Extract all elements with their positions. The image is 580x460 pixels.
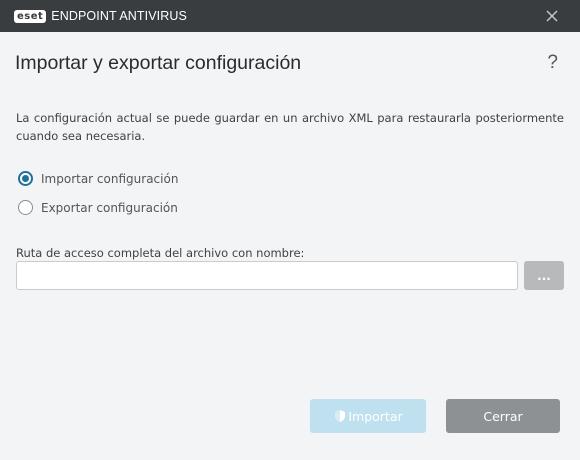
page-title: Importar y exportar configuración [15,52,302,74]
import-button-label: Importar [348,408,403,424]
shield-icon [335,410,346,422]
close-icon [546,10,558,22]
help-icon[interactable]: ? [547,52,558,74]
description-text: La configuración actual se puede guardar… [16,111,564,143]
close-button[interactable]: Cerrar [446,399,560,433]
radio-import[interactable]: Importar configuración [18,171,178,186]
radio-export-label: Exportar configuración [41,200,178,215]
browse-button[interactable]: ... [524,261,564,290]
file-path-label: Ruta de acceso completa del archivo con … [16,246,305,260]
title-bar: eset ENDPOINT ANTIVIRUS [0,0,580,32]
file-path-input[interactable] [16,261,518,290]
radio-export-indicator[interactable] [18,200,33,215]
eset-logo: eset [14,9,47,23]
radio-import-indicator[interactable] [18,171,33,186]
app-name: ENDPOINT ANTIVIRUS [51,9,187,23]
radio-export[interactable]: Exportar configuración [18,200,178,215]
import-button[interactable]: Importar [310,399,426,433]
window-close-button[interactable] [544,8,560,24]
logo-text: eset [17,10,44,22]
radio-import-label: Importar configuración [41,171,179,186]
